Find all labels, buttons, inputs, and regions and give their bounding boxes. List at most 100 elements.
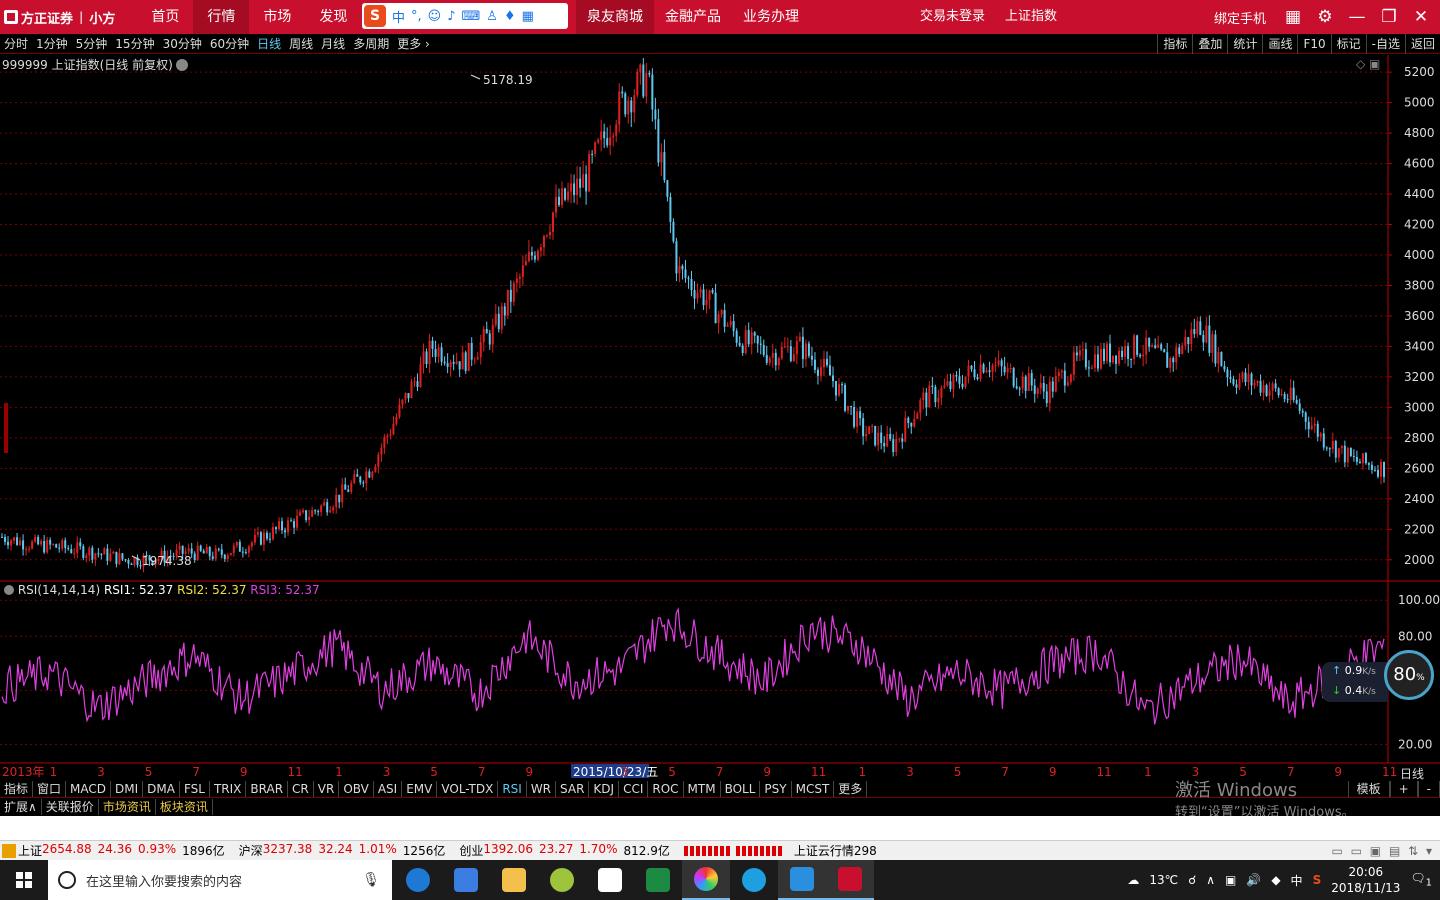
sogou-icon[interactable]: S <box>364 5 386 27</box>
skin-icon[interactable]: ♦ <box>504 9 516 24</box>
indicator-tab-asi[interactable]: ASI <box>374 780 403 797</box>
ie-app[interactable] <box>730 860 778 900</box>
indicator-tab-fsl[interactable]: FSL <box>180 780 210 797</box>
indicator-tab-trix[interactable]: TRIX <box>210 780 247 797</box>
indicator-tab-dmi[interactable]: DMI <box>111 780 144 797</box>
tool-statistics[interactable]: 统计 <box>1227 34 1262 54</box>
status-chinext[interactable]: 创业 1392.06 23.27 1.70% 812.9亿 <box>459 842 675 859</box>
wps-app[interactable] <box>778 860 826 900</box>
weather-icon[interactable]: ☁ <box>1127 873 1139 887</box>
nav-financial-products[interactable]: 金融产品 <box>654 0 732 34</box>
bind-phone-link[interactable]: 绑定手机 <box>1214 8 1266 27</box>
period-tab[interactable]: 15分钟 <box>111 34 158 54</box>
indicator-tab-brar[interactable]: BRAR <box>246 780 289 797</box>
market-news-tab[interactable]: 市场资讯 <box>99 799 156 815</box>
indicator-tab-wr[interactable]: WR <box>527 780 557 797</box>
network-icon[interactable]: ◆ <box>1271 873 1280 887</box>
tool-f10[interactable]: F10 <box>1297 34 1330 54</box>
status-hushen[interactable]: 沪深 3237.38 32.24 1.01% 1256亿 <box>239 842 452 859</box>
indicator-tab-obv[interactable]: OBV <box>339 780 374 797</box>
status-logo-icon[interactable] <box>2 843 16 858</box>
period-tab[interactable]: 60分钟 <box>206 34 253 54</box>
ime-indicator[interactable]: 中 <box>1291 872 1303 889</box>
gear-icon[interactable]: ⚙ <box>1316 8 1334 26</box>
chart-options-icon[interactable] <box>175 59 188 71</box>
chart-corner-icons[interactable]: ◇ ▣ <box>1356 57 1380 71</box>
minimize-icon[interactable]: — <box>1348 8 1366 26</box>
period-more[interactable]: 更多 › <box>393 34 434 54</box>
microphone-icon[interactable]: 🎙 <box>362 872 380 888</box>
nav-discover[interactable]: 发现 <box>305 0 361 34</box>
status-shanghai[interactable]: 上证 2654.88 24.36 0.93% 1896亿 <box>18 842 231 859</box>
indicator-tab-voltdx[interactable]: VOL-TDX <box>437 780 499 797</box>
tool-watchlist[interactable]: -自选 <box>1365 34 1405 54</box>
period-tab[interactable]: 周线 <box>285 34 317 54</box>
period-tab-daily[interactable]: 日线 <box>253 34 285 54</box>
indicator-tab-macd[interactable]: MACD <box>66 780 112 797</box>
indicator-tab[interactable]: 更多 <box>834 780 868 797</box>
indicator-tab-emv[interactable]: EMV <box>402 780 438 797</box>
indicator-tab-vr[interactable]: VR <box>314 780 340 797</box>
indicator-tab-dma[interactable]: DMA <box>143 780 180 797</box>
layout-grid-icon[interactable]: ▦ <box>1284 8 1302 26</box>
indicator-tab-sar[interactable]: SAR <box>556 780 590 797</box>
user-icon[interactable]: ♙ <box>486 9 498 24</box>
explorer-app[interactable] <box>490 860 538 900</box>
people-icon[interactable]: ☌ <box>1188 873 1196 887</box>
extend-tab[interactable]: 扩展∧ <box>0 799 42 815</box>
nav-home[interactable]: 首页 <box>137 0 193 34</box>
close-icon[interactable]: ✕ <box>1412 8 1430 26</box>
indicator-tab-mtm[interactable]: MTM <box>684 780 721 797</box>
left-scroll-handle[interactable] <box>4 403 8 453</box>
indicator-template-action[interactable]: + <box>1389 780 1418 797</box>
tray-app-icon[interactable]: ▣ <box>1225 873 1236 887</box>
punctuation-icon[interactable]: °, <box>411 9 422 24</box>
photos-app[interactable] <box>682 860 730 900</box>
trade-login-status[interactable]: 交易未登录 <box>920 0 985 34</box>
nav-business[interactable]: 业务办理 <box>732 0 810 34</box>
tool-draw[interactable]: 画线 <box>1262 34 1297 54</box>
nav-quotes[interactable]: 行情 <box>193 0 250 34</box>
tool-back[interactable]: 返回 <box>1404 34 1440 54</box>
ime-toolbar[interactable]: S 中 °, ☺ ♪ ⌨ ♙ ♦ ▦ <box>362 3 568 29</box>
start-button[interactable] <box>0 860 48 900</box>
toolbox-icon[interactable]: ▦ <box>522 9 534 24</box>
taskbar-search[interactable]: 在这里输入你要搜索的内容 🎙 <box>48 860 392 900</box>
tool-overlay[interactable]: 叠加 <box>1192 34 1227 54</box>
tray-expand-icon[interactable]: ∧ <box>1206 873 1215 887</box>
volume-icon[interactable]: 🔊 <box>1246 873 1261 887</box>
notification-icon[interactable]: 🗨1 <box>1410 871 1432 888</box>
period-tab[interactable]: 30分钟 <box>159 34 206 54</box>
indicator-tab-mcst[interactable]: MCST <box>792 780 835 797</box>
nav-mall[interactable]: 泉友商城 <box>576 0 654 34</box>
indicator-tab-kdj[interactable]: KDJ <box>589 780 620 797</box>
clock[interactable]: 20:06 2018/11/13 <box>1331 864 1400 896</box>
period-tab[interactable]: 1分钟 <box>32 34 72 54</box>
sector-news-tab[interactable]: 板块资讯 <box>156 799 213 815</box>
indicator-template-action[interactable]: 模板 <box>1347 780 1390 797</box>
indicator-tab-cci[interactable]: CCI <box>619 780 649 797</box>
indicator-tab[interactable]: 窗口 <box>33 780 67 797</box>
indicator-tab-psy[interactable]: PSY <box>760 780 792 797</box>
rsi-toggle-icon[interactable] <box>4 585 14 595</box>
period-tab[interactable]: 分时 <box>0 34 32 54</box>
nav-market[interactable]: 市场 <box>249 0 305 34</box>
indicator-tab-rsi[interactable]: RSI <box>498 780 527 797</box>
network-speed-widget[interactable]: ↑ 0.9K/s ↓ 0.4K/s 80% <box>1322 650 1434 704</box>
tool-indicator[interactable]: 指标 <box>1157 34 1192 54</box>
ime-mode-label[interactable]: 中 <box>392 7 405 26</box>
period-tab[interactable]: 5分钟 <box>72 34 112 54</box>
status-tool-icons[interactable]: ▭ ▭ ▣ ▤ ⇅ ▾ <box>1331 844 1434 858</box>
store-app[interactable] <box>442 860 490 900</box>
tool-mark[interactable]: 标记 <box>1330 34 1366 54</box>
emoji-icon[interactable]: ☺ <box>428 9 442 24</box>
cloud-quote-status[interactable]: 上证云行情298 <box>794 842 877 859</box>
related-quotes-tab[interactable]: 关联报价 <box>42 799 99 815</box>
media-app[interactable] <box>538 860 586 900</box>
voice-icon[interactable]: ♪ <box>447 9 455 24</box>
mail-app[interactable] <box>586 860 634 900</box>
period-tab[interactable]: 多周期 <box>349 34 393 54</box>
edge-app[interactable] <box>394 860 442 900</box>
indicator-template-action[interactable]: - <box>1417 780 1440 797</box>
indicator-tab[interactable]: 指标 <box>0 780 34 797</box>
